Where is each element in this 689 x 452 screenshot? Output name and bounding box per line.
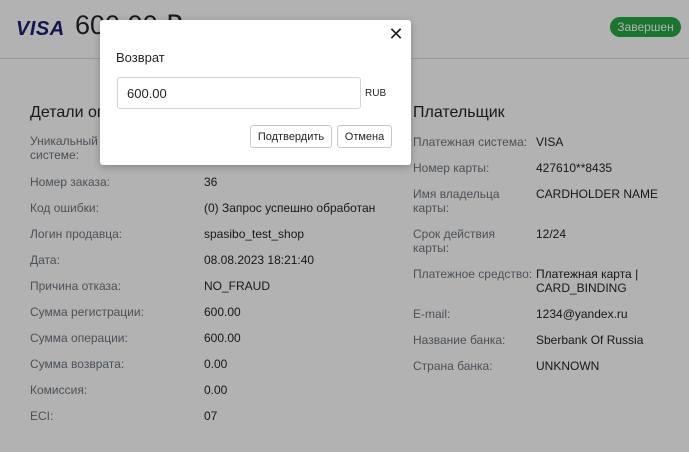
refund-amount-input[interactable] [117, 77, 361, 109]
currency-label: RUB [365, 88, 387, 99]
close-icon[interactable]: ✕ [386, 24, 406, 44]
cancel-button[interactable]: Отмена [337, 125, 392, 148]
modal-title: Возврат [116, 50, 165, 65]
confirm-button[interactable]: Подтвердить [250, 125, 332, 148]
refund-modal: ✕ Возврат RUB Подтвердить Отмена [100, 20, 411, 165]
